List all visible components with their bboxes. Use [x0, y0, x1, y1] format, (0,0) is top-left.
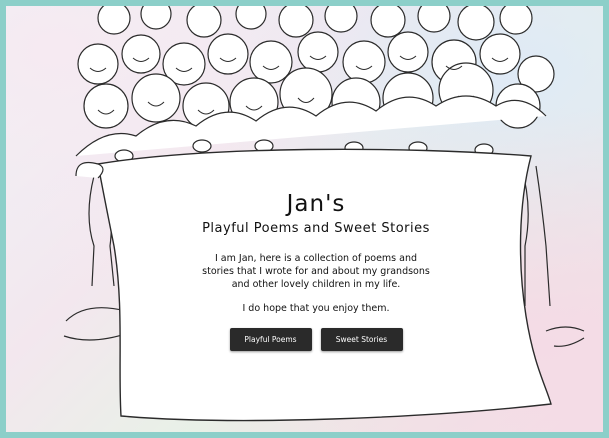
- closing-text: I do hope that you enjoy them.: [242, 303, 390, 314]
- page-frame: Jan's Playful Poems and Sweet Stories I …: [6, 6, 603, 432]
- button-group: Playful Poems Sweet Stories: [156, 328, 476, 351]
- page-title: Jan's: [286, 191, 346, 217]
- sweet-stories-button[interactable]: Sweet Stories: [320, 328, 403, 351]
- page-subtitle: Playful Poems and Sweet Stories: [202, 221, 430, 236]
- playful-poems-button[interactable]: Playful Poems: [229, 328, 312, 351]
- banner-content: Jan's Playful Poems and Sweet Stories I …: [156, 161, 476, 381]
- intro-text: I am Jan, here is a collection of poems …: [202, 253, 430, 290]
